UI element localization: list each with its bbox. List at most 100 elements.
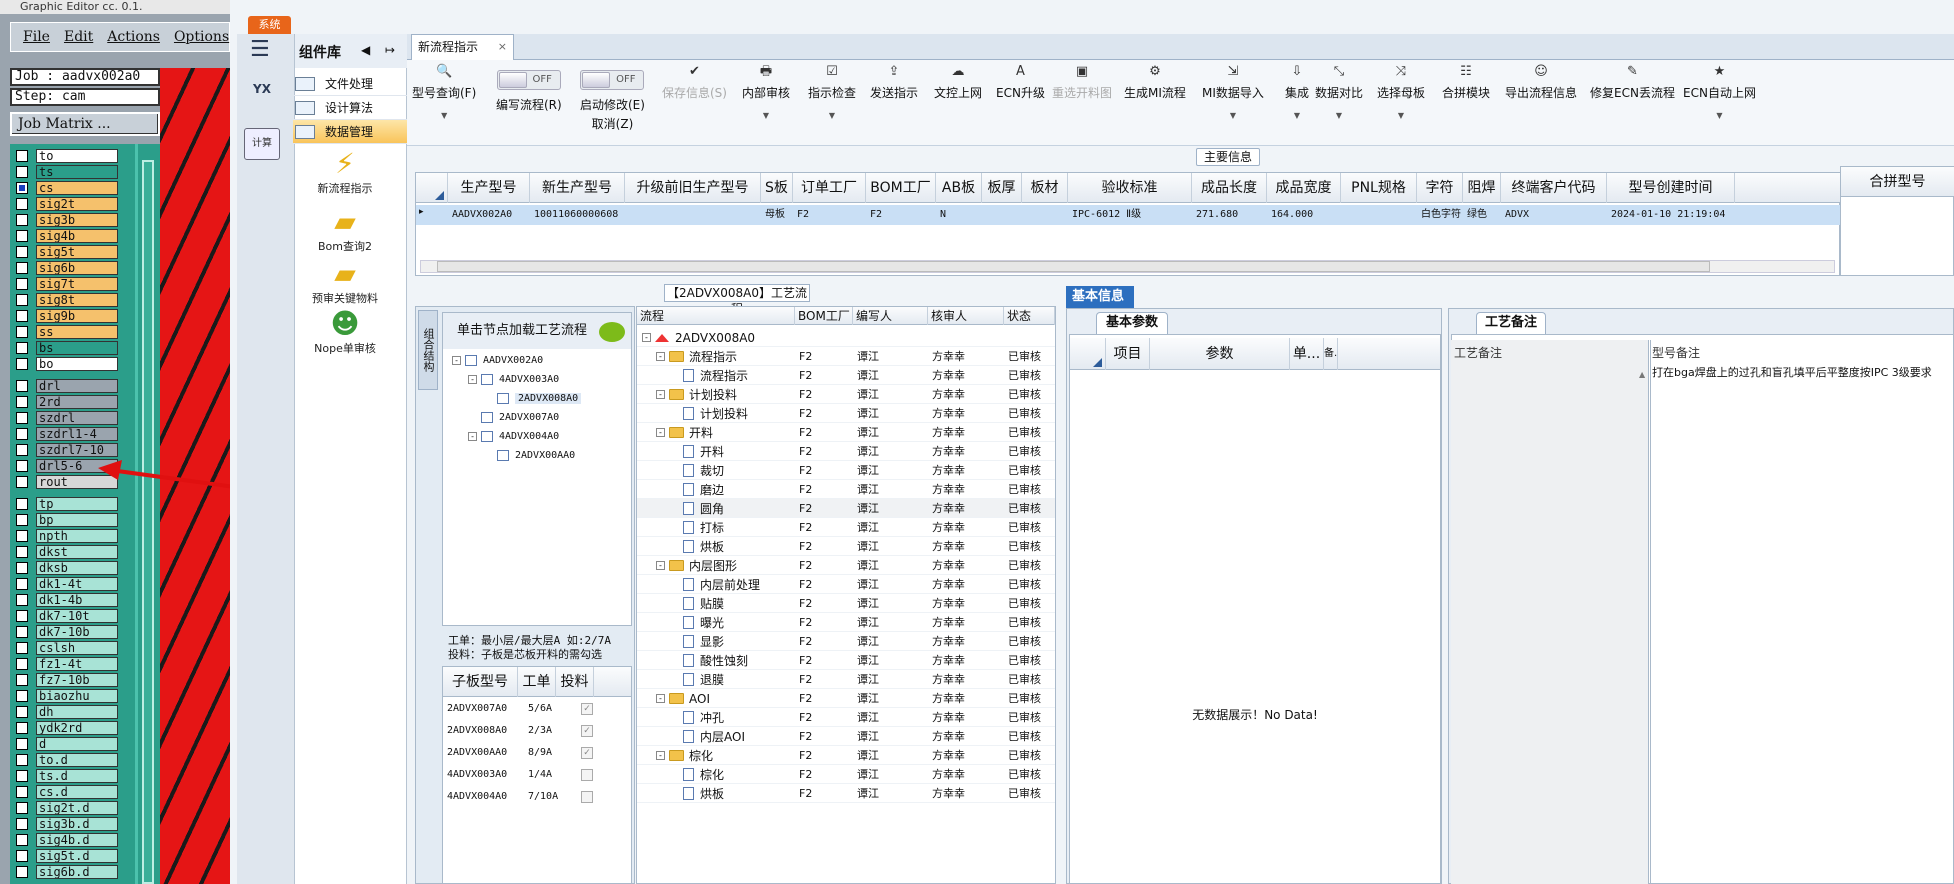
- sub-order-cell[interactable]: 5/6A: [524, 698, 562, 720]
- tree-node[interactable]: 2ADVX008A0: [484, 390, 582, 406]
- col-header[interactable]: S板: [761, 173, 793, 203]
- layer-row[interactable]: sig7t: [10, 276, 135, 292]
- layer-row[interactable]: dk1-4b: [10, 592, 135, 608]
- process-name-cell[interactable]: 圆角: [670, 499, 724, 518]
- process-name-cell[interactable]: 冲孔: [670, 708, 724, 727]
- col-header[interactable]: 生产型号: [448, 173, 530, 203]
- layer-name[interactable]: sig4b: [36, 229, 118, 243]
- process-cell[interactable]: 方幸幸: [932, 632, 965, 651]
- layer-checkbox[interactable]: [16, 476, 28, 488]
- layer-name[interactable]: sig6b: [36, 261, 118, 275]
- process-cell[interactable]: 谭江: [857, 480, 879, 499]
- process-cell[interactable]: 已审核: [1008, 594, 1041, 613]
- grid-cell[interactable]: 白色字符: [1417, 205, 1463, 225]
- grid-cell[interactable]: AADVX002A0: [448, 205, 530, 225]
- process-cell[interactable]: 已审核: [1008, 784, 1041, 803]
- sub-model-cell[interactable]: 4ADVX004A0: [443, 786, 518, 808]
- process-cell[interactable]: 已审核: [1008, 670, 1041, 689]
- process-name-cell[interactable]: 显影: [670, 632, 724, 651]
- toolbar-button[interactable]: ★ ECN自动上网 ▼: [1683, 64, 1756, 134]
- process-cell[interactable]: 方幸幸: [932, 480, 965, 499]
- grid-cell[interactable]: 绿色: [1463, 205, 1501, 225]
- process-cell[interactable]: 谭江: [857, 537, 879, 556]
- layer-checkbox[interactable]: [16, 198, 28, 210]
- collapse-left-icon[interactable]: ◀: [361, 43, 370, 57]
- layer-checkbox[interactable]: [16, 460, 28, 472]
- layer-checkbox[interactable]: [16, 594, 28, 606]
- tool-new-flow[interactable]: ⚡ 新流程指示: [305, 148, 385, 196]
- layer-name[interactable]: szdrl1-4: [36, 427, 118, 441]
- tool-prereview[interactable]: ▰ 预审关键物料: [305, 258, 385, 306]
- layer-row[interactable]: ss: [10, 324, 135, 340]
- sub-model-cell[interactable]: 2ADVX008A0: [443, 720, 518, 742]
- process-cell[interactable]: F2: [799, 670, 812, 689]
- comp-item-design[interactable]: 设计算法: [293, 96, 407, 120]
- process-cell[interactable]: F2: [799, 727, 812, 746]
- process-cell[interactable]: 方幸幸: [932, 423, 965, 442]
- sub-model-cell[interactable]: 2ADVX007A0: [443, 698, 518, 720]
- process-name-cell[interactable]: 酸性蚀刻: [670, 651, 748, 670]
- toolbar-button[interactable]: ✔ 保存信息(S): [662, 64, 727, 134]
- tab-new-flow[interactable]: 新流程指示 ×: [411, 34, 514, 60]
- process-name-cell[interactable]: 曝光: [670, 613, 724, 632]
- layer-row[interactable]: sig2t.d: [10, 800, 135, 816]
- layer-checkbox[interactable]: [16, 642, 28, 654]
- layer-checkbox[interactable]: [16, 722, 28, 734]
- toolbar-button[interactable]: ⤡ 数据对比 ▼: [1315, 64, 1363, 134]
- layer-name[interactable]: ts.d: [36, 769, 118, 783]
- layer-row[interactable]: bo: [10, 356, 135, 372]
- col-header[interactable]: 板材: [1022, 173, 1068, 203]
- layer-checkbox[interactable]: [16, 230, 28, 242]
- layer-name[interactable]: bp: [36, 513, 118, 527]
- toolbar-button[interactable]: ⤨ 选择母板 ▼: [1377, 64, 1425, 134]
- layer-checkbox[interactable]: [16, 802, 28, 814]
- layer-checkbox[interactable]: [16, 310, 28, 322]
- layer-checkbox[interactable]: [16, 578, 28, 590]
- col-header[interactable]: 型号创建时间: [1607, 173, 1735, 203]
- expand-icon[interactable]: -: [656, 751, 665, 760]
- process-cell[interactable]: 方幸幸: [932, 765, 965, 784]
- layer-name[interactable]: dk1-4t: [36, 577, 118, 591]
- expand-icon[interactable]: -: [656, 561, 665, 570]
- layer-row[interactable]: sig4b.d: [10, 832, 135, 848]
- col-header[interactable]: 阻焊: [1463, 173, 1501, 203]
- layer-name[interactable]: sig4b.d: [36, 833, 118, 847]
- layer-row[interactable]: sig6b.d: [10, 864, 135, 880]
- process-name-cell[interactable]: 磨边: [670, 480, 724, 499]
- layer-checkbox[interactable]: [16, 514, 28, 526]
- grid-cell[interactable]: 2024-01-10 21:19:04: [1607, 205, 1735, 225]
- col-header[interactable]: 验收标准: [1068, 173, 1192, 203]
- layer-checkbox[interactable]: [16, 396, 28, 408]
- layer-row[interactable]: ts: [10, 164, 135, 180]
- layer-checkbox[interactable]: [16, 150, 28, 162]
- toolbar-button[interactable]: ☺ 导出流程信息: [1505, 64, 1577, 134]
- dropdown-caret-icon[interactable]: ▼: [1202, 111, 1264, 120]
- layer-checkbox[interactable]: [16, 182, 28, 194]
- layer-row[interactable]: cslsh: [10, 640, 135, 656]
- toolbar-button[interactable]: ⇲ MI数据导入 ▼: [1202, 64, 1264, 134]
- dropdown-caret-icon[interactable]: ▼: [742, 111, 790, 120]
- expand-icon[interactable]: -: [656, 694, 665, 703]
- layer-checkbox[interactable]: [16, 626, 28, 638]
- process-cell[interactable]: F2: [799, 632, 812, 651]
- layer-name[interactable]: ts: [36, 165, 118, 179]
- process-cell[interactable]: 方幸幸: [932, 499, 965, 518]
- process-cell[interactable]: F2: [799, 613, 812, 632]
- process-cell[interactable]: 已审核: [1008, 404, 1041, 423]
- model-remark-text[interactable]: 打在bga焊盘上的过孔和盲孔填平后平整度按IPC 3级要求: [1652, 364, 1954, 380]
- process-cell[interactable]: 方幸幸: [932, 613, 965, 632]
- col-param[interactable]: 参数: [1150, 338, 1290, 370]
- grid-cell[interactable]: 164.000: [1267, 205, 1341, 225]
- process-cell[interactable]: 谭江: [857, 423, 879, 442]
- layer-row[interactable]: fz7-10b: [10, 672, 135, 688]
- select-all-corner[interactable]: [416, 173, 448, 203]
- menu-options[interactable]: Options: [174, 29, 229, 45]
- col-header[interactable]: 升级前旧生产型号: [625, 173, 761, 203]
- toolbar-button[interactable]: ✎ 修复ECN丢流程: [1590, 64, 1675, 134]
- process-cell[interactable]: 方幸幸: [932, 689, 965, 708]
- tool-bom-query[interactable]: ▰ Bom查询2: [305, 206, 385, 254]
- layer-name[interactable]: fz1-4t: [36, 657, 118, 671]
- process-cell[interactable]: F2: [799, 347, 812, 366]
- process-name-cell[interactable]: 流程指示: [670, 366, 748, 385]
- col-header[interactable]: PNL规格: [1341, 173, 1417, 203]
